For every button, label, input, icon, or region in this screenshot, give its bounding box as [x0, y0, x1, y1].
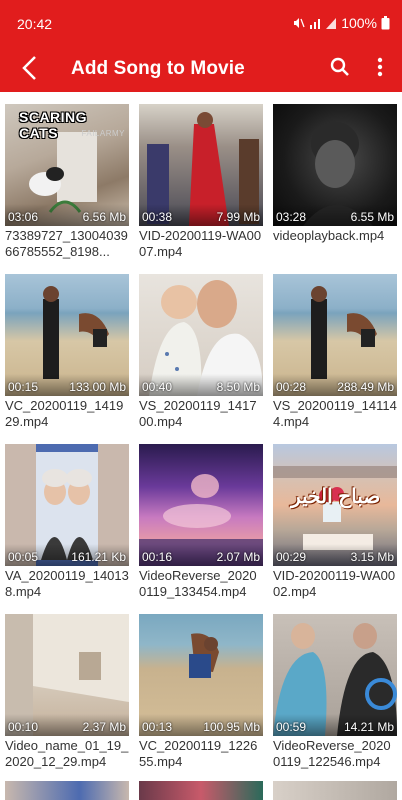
video-item[interactable]: 00:10 2.37 Mb Video_name_01_19_2020_12_2…: [5, 614, 129, 777]
app-bar: Add Song to Movie: [0, 48, 402, 92]
video-size: 3.15 Mb: [350, 550, 394, 564]
video-item[interactable]: SCARING CATS FAILARMY 03:06 6.56 Mb 7338…: [5, 104, 129, 267]
video-duration: 00:29: [276, 550, 307, 564]
video-name: VideoReverse_20200119_133454.mp4: [139, 568, 257, 599]
back-chevron-icon: [21, 55, 39, 86]
video-duration: 03:06: [8, 210, 39, 224]
video-size: 14.21 Mb: [343, 720, 394, 734]
video-grid: SCARING CATS FAILARMY 03:06 6.56 Mb 7338…: [5, 104, 400, 777]
video-item[interactable]: 00:38 7.99 Mb VID-20200119-WA0007.mp4: [139, 104, 263, 267]
video-size: 2.07 Mb: [216, 550, 260, 564]
mute-icon: [291, 16, 305, 30]
video-thumbnail[interactable]: 00:59 14.21 Mb: [273, 614, 397, 736]
battery-percent: 100%: [341, 15, 377, 31]
overlay-arabic-text: صباح الخير: [291, 486, 381, 508]
video-duration: 00:40: [142, 380, 173, 394]
video-name: VS_20200119_141144.mp4: [273, 398, 397, 429]
video-name: VC_20200119_122655.mp4: [139, 738, 258, 769]
video-thumbnail[interactable]: 00:05 161.21 Kb: [5, 444, 129, 566]
overlay-sub: FAILARMY: [81, 129, 125, 138]
video-size: 6.55 Mb: [350, 210, 394, 224]
battery-icon: [381, 16, 390, 30]
video-thumbnail-partial[interactable]: [139, 781, 263, 800]
video-name: videoplayback.mp4: [273, 228, 385, 243]
video-item[interactable]: 00:28 288.49 Mb VS_20200119_141144.mp4: [273, 274, 397, 437]
video-item[interactable]: 00:40 8.50 Mb VS_20200119_141700.mp4: [139, 274, 263, 437]
video-thumbnail[interactable]: 00:28 288.49 Mb: [273, 274, 397, 396]
video-size: 133.00 Mb: [69, 380, 126, 394]
video-name: VID-20200119-WA0007.mp4: [139, 228, 262, 259]
video-thumbnail[interactable]: 00:13 100.95 Mb: [139, 614, 263, 736]
status-time: 20:42: [17, 16, 53, 32]
video-item[interactable]: 00:13 100.95 Mb VC_20200119_122655.mp4: [139, 614, 263, 777]
video-duration: 00:16: [142, 550, 173, 564]
video-thumbnail[interactable]: 00:40 8.50 Mb: [139, 274, 263, 396]
video-thumbnail-partial[interactable]: [273, 781, 397, 800]
video-duration: 00:05: [8, 550, 39, 564]
video-thumbnail[interactable]: 00:15 133.00 Mb: [5, 274, 129, 396]
search-icon: [330, 57, 350, 82]
video-duration: 00:10: [8, 720, 39, 734]
video-item[interactable]: 00:05 161.21 Kb VA_20200119_140138.mp4: [5, 444, 129, 607]
video-thumbnail-partial[interactable]: [5, 781, 129, 800]
video-item[interactable]: صباح الخير 00:29 3.15 Mb VID-20200119-WA…: [273, 444, 397, 607]
video-duration: 00:28: [276, 380, 307, 394]
video-thumbnail[interactable]: 03:28 6.55 Mb: [273, 104, 397, 226]
video-name: VideoReverse_20200119_122546.mp4: [273, 738, 391, 769]
back-button[interactable]: [14, 54, 46, 86]
wifi-icon: [309, 16, 321, 30]
video-name: VC_20200119_141929.mp4: [5, 398, 124, 429]
video-duration: 00:15: [8, 380, 39, 394]
video-name: Video_name_01_19_2020_12_29.mp4: [5, 738, 129, 769]
video-item[interactable]: 03:28 6.55 Mb videoplayback.mp4: [273, 104, 397, 267]
video-thumbnail[interactable]: 00:10 2.37 Mb: [5, 614, 129, 736]
video-size: 8.50 Mb: [216, 380, 260, 394]
video-thumbnail[interactable]: 00:38 7.99 Mb: [139, 104, 263, 226]
video-name: VID-20200119-WA0002.mp4: [273, 568, 396, 599]
video-item[interactable]: 00:16 2.07 Mb VideoReverse_20200119_1334…: [139, 444, 263, 607]
video-name: VA_20200119_140138.mp4: [5, 568, 129, 599]
video-name: 73389727_1300403966785552_8198...: [5, 228, 128, 259]
video-item[interactable]: 00:15 133.00 Mb VC_20200119_141929.mp4: [5, 274, 129, 437]
signal-icon: [325, 16, 337, 30]
video-size: 7.99 Mb: [216, 210, 260, 224]
video-size: 6.56 Mb: [82, 210, 126, 224]
next-row-partial: [5, 781, 400, 800]
video-duration: 00:13: [142, 720, 173, 734]
video-name: VS_20200119_141700.mp4: [139, 398, 257, 429]
video-duration: 03:28: [276, 210, 307, 224]
video-size: 161.21 Kb: [71, 550, 126, 564]
video-thumbnail[interactable]: SCARING CATS FAILARMY 03:06 6.56 Mb: [5, 104, 129, 226]
video-thumbnail[interactable]: 00:16 2.07 Mb: [139, 444, 263, 566]
video-item[interactable]: 00:59 14.21 Mb VideoReverse_20200119_122…: [273, 614, 397, 777]
more-options-button[interactable]: [368, 54, 392, 84]
video-size: 100.95 Mb: [203, 720, 260, 734]
video-thumbnail[interactable]: صباح الخير 00:29 3.15 Mb: [273, 444, 397, 566]
page-title: Add Song to Movie: [71, 58, 245, 79]
search-button[interactable]: [325, 54, 355, 84]
video-size: 2.37 Mb: [82, 720, 126, 734]
status-icons: 100%: [291, 15, 390, 31]
video-size: 288.49 Mb: [337, 380, 394, 394]
status-bar: 20:42 100%: [0, 0, 402, 48]
video-duration: 00:59: [276, 720, 307, 734]
video-duration: 00:38: [142, 210, 173, 224]
more-vert-icon: [377, 57, 383, 82]
